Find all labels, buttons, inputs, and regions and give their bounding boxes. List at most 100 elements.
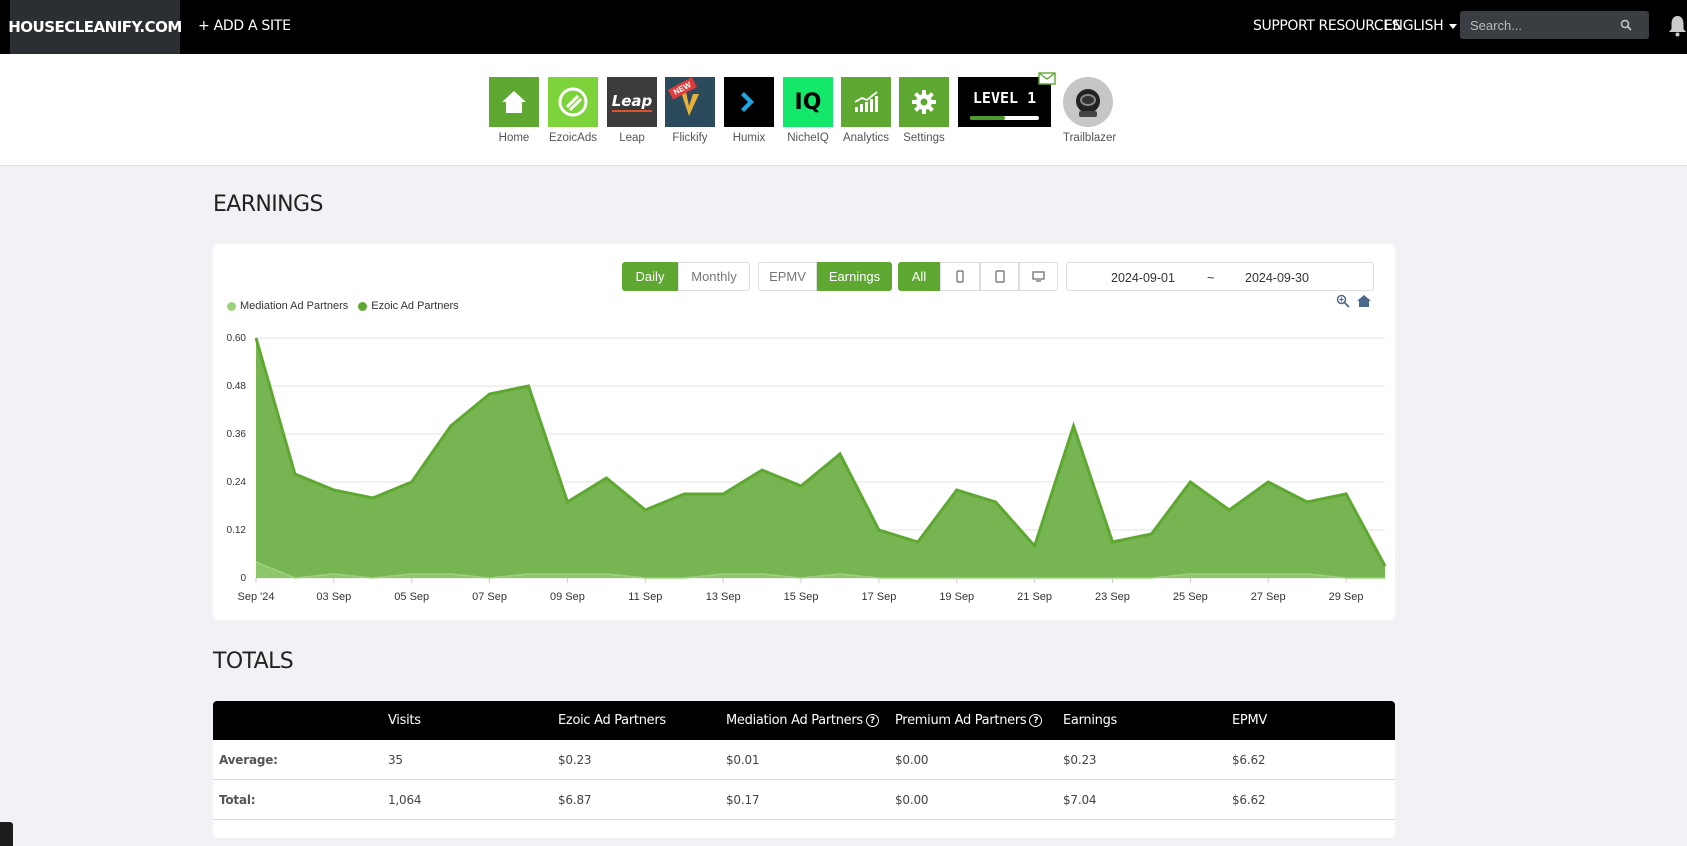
- table-cell: $0.23: [1063, 753, 1097, 767]
- y-tick-label: 0.48: [227, 381, 247, 392]
- table-header: Visits Ezoic Ad Partners Mediation Ad Pa…: [213, 701, 1395, 740]
- x-tick-label: 27 Sep: [1251, 591, 1286, 603]
- table-row: Average: 35 $0.23 $0.01 $0.00 $0.23 $6.6…: [213, 740, 1395, 780]
- table-cell: $0.01: [726, 753, 760, 767]
- y-tick-label: 0.36: [227, 429, 247, 440]
- app-trailblazer[interactable]: Trailblazer: [1063, 77, 1116, 144]
- header-label: Ezoic Ad Partners: [558, 713, 666, 728]
- column-header-visits: Visits: [388, 713, 421, 728]
- x-tick-label: 23 Sep: [1095, 591, 1130, 603]
- nicheiq-logo: IQ: [783, 77, 833, 127]
- table-row: Total: 1,064 $6.87 $0.17 $0.00 $7.04 $6.…: [213, 780, 1395, 820]
- earnings-chart-card: Daily Monthly EPMV Earnings All 2024-09-…: [213, 244, 1395, 620]
- help-icon[interactable]: ?: [865, 714, 879, 727]
- site-selector[interactable]: HOUSECLEANIFY.COM: [8, 0, 182, 54]
- table-cell: $0.00: [895, 753, 929, 767]
- level-progress-fill: [970, 116, 1005, 120]
- flickify-logo: NEW: [665, 77, 715, 127]
- totals-table: Visits Ezoic Ad Partners Mediation Ad Pa…: [213, 701, 1395, 838]
- search-box[interactable]: [1460, 11, 1649, 39]
- column-header-mediation: Mediation Ad Partners?: [726, 713, 879, 728]
- table-cell: $0.00: [895, 793, 929, 807]
- humix-logo: [724, 77, 774, 127]
- app-settings[interactable]: Settings: [899, 77, 949, 144]
- leap-logo: Leap: [607, 77, 657, 127]
- app-label: Analytics: [842, 132, 890, 144]
- table-cell: 1,064: [388, 793, 422, 807]
- header-label: Earnings: [1063, 713, 1118, 728]
- row-label: Total:: [219, 793, 256, 807]
- x-tick-label: 11 Sep: [628, 591, 662, 603]
- chevron-down-icon: [1449, 23, 1458, 29]
- app-label: Humix: [732, 132, 766, 144]
- row-label: Average:: [219, 753, 278, 767]
- app-label: NicheIQ: [787, 132, 829, 144]
- analytics-icon: [841, 77, 891, 127]
- table-cell: $0.17: [726, 793, 760, 807]
- x-tick-label: 15 Sep: [784, 591, 819, 603]
- earnings-area-chart: 0 0.12 0.24 0.36 0.48 0.60 Sep '24 03 Sep 05 Sep…: [227, 333, 1387, 603]
- x-tick-label: 17 Sep: [861, 591, 896, 603]
- x-tick-label: 19 Sep: [939, 591, 974, 603]
- header-label: Visits: [388, 713, 421, 728]
- x-tick-label: 29 Sep: [1329, 591, 1364, 603]
- column-header-premium: Premium Ad Partners?: [895, 713, 1043, 728]
- level-label: LEVEL 1: [972, 89, 1037, 107]
- y-tick-label: 0: [240, 573, 246, 584]
- header-label: Premium Ad Partners: [895, 713, 1027, 728]
- app-flickify[interactable]: NEW Flickify: [665, 77, 715, 144]
- side-widget-tab[interactable]: [0, 822, 13, 846]
- app-leap[interactable]: Leap Leap: [607, 77, 657, 144]
- app-label: Flickify: [672, 132, 708, 144]
- app-ezoicads[interactable]: EzoicAds: [548, 77, 598, 144]
- table-cell: $0.23: [558, 753, 592, 767]
- app-nicheiq[interactable]: IQ NicheIQ: [783, 77, 833, 144]
- mail-icon[interactable]: [1038, 72, 1056, 85]
- y-tick-label: 0.12: [227, 525, 247, 536]
- app-humix[interactable]: Humix: [724, 77, 774, 144]
- column-header-ezoic: Ezoic Ad Partners: [558, 713, 666, 728]
- table-cell: 35: [388, 753, 403, 767]
- add-site-link[interactable]: + ADD A SITE: [198, 18, 291, 34]
- header-label: EPMV: [1232, 713, 1267, 728]
- app-launcher: Home EzoicAds Leap Leap NEW Flickify Hum…: [0, 54, 1687, 166]
- ezoicads-icon: [548, 77, 598, 127]
- app-home[interactable]: Home: [489, 77, 539, 144]
- app-label: Settings: [903, 132, 945, 144]
- column-header-earnings: Earnings: [1063, 713, 1117, 728]
- x-tick-label: 03 Sep: [316, 591, 351, 603]
- y-tick-label: 0.60: [227, 333, 247, 344]
- language-dropdown[interactable]: ENGLISH: [1384, 18, 1458, 34]
- leap-logo-text: Leap: [611, 92, 653, 112]
- trailblazer-avatar: [1063, 77, 1113, 127]
- support-resources-link[interactable]: SUPPORT RESOURCES: [1253, 18, 1401, 34]
- x-tick-label: 25 Sep: [1173, 591, 1208, 603]
- earnings-title: EARNINGS: [213, 192, 323, 217]
- totals-title: TOTALS: [213, 649, 294, 674]
- home-icon: [489, 77, 539, 127]
- help-icon[interactable]: ?: [1029, 714, 1043, 727]
- x-tick-label: Sep '24: [238, 591, 275, 603]
- bell-icon[interactable]: [1668, 15, 1687, 37]
- header-label: Mediation Ad Partners: [726, 713, 863, 728]
- table-cell: $6.62: [1232, 793, 1266, 807]
- x-tick-label: 13 Sep: [706, 591, 741, 603]
- app-analytics[interactable]: Analytics: [841, 77, 891, 144]
- search-icon[interactable]: [1620, 19, 1632, 31]
- app-label: Leap: [619, 132, 645, 144]
- top-navigation-bar: HOUSECLEANIFY.COM + ADD A SITE SUPPORT R…: [0, 0, 1687, 54]
- gear-icon: [899, 77, 949, 127]
- y-tick-label: 0.24: [227, 477, 247, 488]
- search-input[interactable]: [1470, 17, 1620, 33]
- x-tick-label: 05 Sep: [394, 591, 429, 603]
- language-label: ENGLISH: [1384, 18, 1444, 34]
- table-cell: $6.62: [1232, 753, 1266, 767]
- table-cell: $6.87: [558, 793, 592, 807]
- x-tick-label: 07 Sep: [472, 591, 507, 603]
- app-label: Home: [498, 132, 530, 144]
- x-tick-label: 21 Sep: [1017, 591, 1052, 603]
- app-label: EzoicAds: [549, 132, 597, 144]
- table-cell: $7.04: [1063, 793, 1097, 807]
- nicheiq-logo-text: IQ: [794, 89, 822, 115]
- x-tick-label: 09 Sep: [550, 591, 585, 603]
